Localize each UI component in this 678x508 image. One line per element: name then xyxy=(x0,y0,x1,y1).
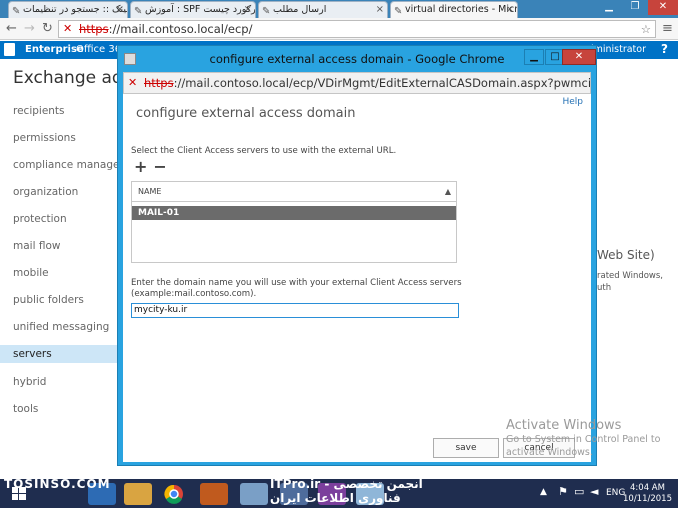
grid-header[interactable]: NAME ▲ xyxy=(132,182,456,202)
tab-label: آموزش : SPF رکورد چیست xyxy=(145,4,256,15)
reload-icon[interactable]: ↻ xyxy=(42,21,53,37)
watermark-right: ITPro.ir - انجمن تخصصی فناوری اطلاعات ای… xyxy=(270,477,423,505)
background-text: rated Windows, xyxy=(597,271,664,281)
url-text: ://mail.contoso.local/ecp/VDirMgmt/EditE… xyxy=(173,76,591,90)
minimize-icon[interactable]: ▁ xyxy=(524,49,544,65)
dialog-title: configure external access domain xyxy=(136,106,356,121)
table-row[interactable]: MAIL-01 xyxy=(132,206,456,220)
nav-hybrid[interactable]: hybrid xyxy=(13,376,46,388)
back-icon[interactable]: ← xyxy=(6,21,17,37)
nav-mobile[interactable]: mobile xyxy=(13,267,49,279)
activation-title: Activate Windows xyxy=(506,418,622,433)
close-icon[interactable]: × xyxy=(376,2,384,17)
nav-unified-messaging[interactable]: unified messaging xyxy=(13,321,109,333)
tab-label: virtual directories - Micros xyxy=(405,4,518,15)
star-icon[interactable]: ☆ xyxy=(641,21,651,37)
url-scheme: https xyxy=(79,22,109,36)
restore-icon[interactable]: ❐ xyxy=(622,0,648,15)
close-icon[interactable]: × xyxy=(116,2,124,17)
minimize-icon[interactable]: ▁ xyxy=(596,0,622,15)
remove-icon[interactable]: − xyxy=(153,157,172,176)
tab-label: لینک :: جستجو در تنظیمات xyxy=(23,4,128,15)
help-link[interactable]: Help xyxy=(562,97,583,107)
enterprise-link[interactable]: Enterprise xyxy=(25,44,84,55)
nav-tools[interactable]: tools xyxy=(13,403,38,415)
select-servers-label: Select the Client Access servers to use … xyxy=(131,146,397,156)
popup-window: configure external access domain - Googl… xyxy=(117,45,597,466)
save-button[interactable]: save xyxy=(433,438,499,458)
clock-time: 4:04 AM xyxy=(630,483,665,493)
address-bar[interactable]: ✕ https://mail.contoso.local/ecp/ ☆ xyxy=(58,20,656,38)
nav-servers[interactable]: servers xyxy=(0,345,117,363)
servers-grid: NAME ▲ MAIL-01 xyxy=(131,181,457,263)
page-icon: ✎ xyxy=(394,6,403,17)
sort-icon: ▲ xyxy=(444,187,451,196)
page-icon: ✎ xyxy=(12,6,21,17)
add-icon[interactable]: + xyxy=(134,157,153,176)
insecure-lock-icon: ✕ xyxy=(128,76,138,89)
close-icon[interactable]: ✕ xyxy=(562,49,596,65)
close-icon[interactable]: × xyxy=(244,2,252,17)
url-text: ://mail.contoso.local/ecp/ xyxy=(108,22,253,36)
dialog-body: Help configure external access domain Se… xyxy=(123,94,591,462)
popup-address-bar: ✕ https://mail.contoso.local/ecp/VDirMgm… xyxy=(123,72,591,94)
tab-3[interactable]: ✎ ارسال مطلب × xyxy=(258,1,388,18)
nav-recipients[interactable]: recipients xyxy=(13,105,65,117)
nav-public-folders[interactable]: public folders xyxy=(13,294,84,306)
tab-2[interactable]: ✎ آموزش : SPF رکورد چیست × xyxy=(130,1,256,18)
close-icon[interactable]: ✕ xyxy=(648,0,678,15)
nav-permissions[interactable]: permissions xyxy=(13,132,76,144)
page-icon: ✎ xyxy=(134,6,143,17)
nav-organization[interactable]: organization xyxy=(13,186,78,198)
page-icon: ✎ xyxy=(262,6,271,17)
nav-mail-flow[interactable]: mail flow xyxy=(13,240,60,252)
menu-icon[interactable]: ≡ xyxy=(662,21,673,37)
tray-arrow-icon[interactable]: ▲ xyxy=(540,487,547,497)
action-center-icon[interactable]: ⚑ xyxy=(558,485,568,498)
domain-example-label: (example:mail.contoso.com). xyxy=(131,289,257,299)
tab-4[interactable]: ✎ virtual directories - Micros × xyxy=(390,1,518,18)
name-column-header: NAME xyxy=(138,187,162,196)
tab-label: ارسال مطلب xyxy=(273,4,327,15)
tab-1[interactable]: ✎ لینک :: جستجو در تنظیمات × xyxy=(8,1,128,18)
help-icon[interactable]: ? xyxy=(661,42,668,56)
volume-icon[interactable]: ◄ xyxy=(590,485,598,498)
network-icon[interactable]: ▭ xyxy=(574,485,584,498)
domain-input[interactable]: mycity-ku.ir xyxy=(131,303,459,318)
forward-icon[interactable]: → xyxy=(24,21,35,37)
close-icon[interactable]: × xyxy=(506,2,514,17)
background-text: uth xyxy=(597,283,612,293)
nav-protection[interactable]: protection xyxy=(13,213,67,225)
clock-date: 10/11/2015 xyxy=(623,494,672,504)
activation-line: Go to System in Control Panel to xyxy=(506,434,661,445)
watermark: TOSINSO.COM ITPro.ir - انجمن تخصصی فناور… xyxy=(0,475,460,505)
insecure-lock-icon: ✕ xyxy=(63,22,73,35)
url-scheme: https xyxy=(144,76,174,90)
activation-line: activate Windows. xyxy=(506,447,593,458)
office-icon xyxy=(4,43,15,56)
tab-strip: ✎ لینک :: جستجو در تنظیمات × ✎ آموزش : S… xyxy=(0,0,678,18)
watermark-left: TOSINSO.COM xyxy=(4,477,111,491)
add-remove-toolbar: +− xyxy=(134,157,173,176)
browser-toolbar: ← → ↻ ✕ https://mail.contoso.local/ecp/ … xyxy=(0,18,678,40)
domain-label: Enter the domain name you will use with … xyxy=(131,278,462,288)
clock[interactable]: 4:04 AM 10/11/2015 xyxy=(623,483,672,505)
background-text: Web Site) xyxy=(597,248,655,262)
